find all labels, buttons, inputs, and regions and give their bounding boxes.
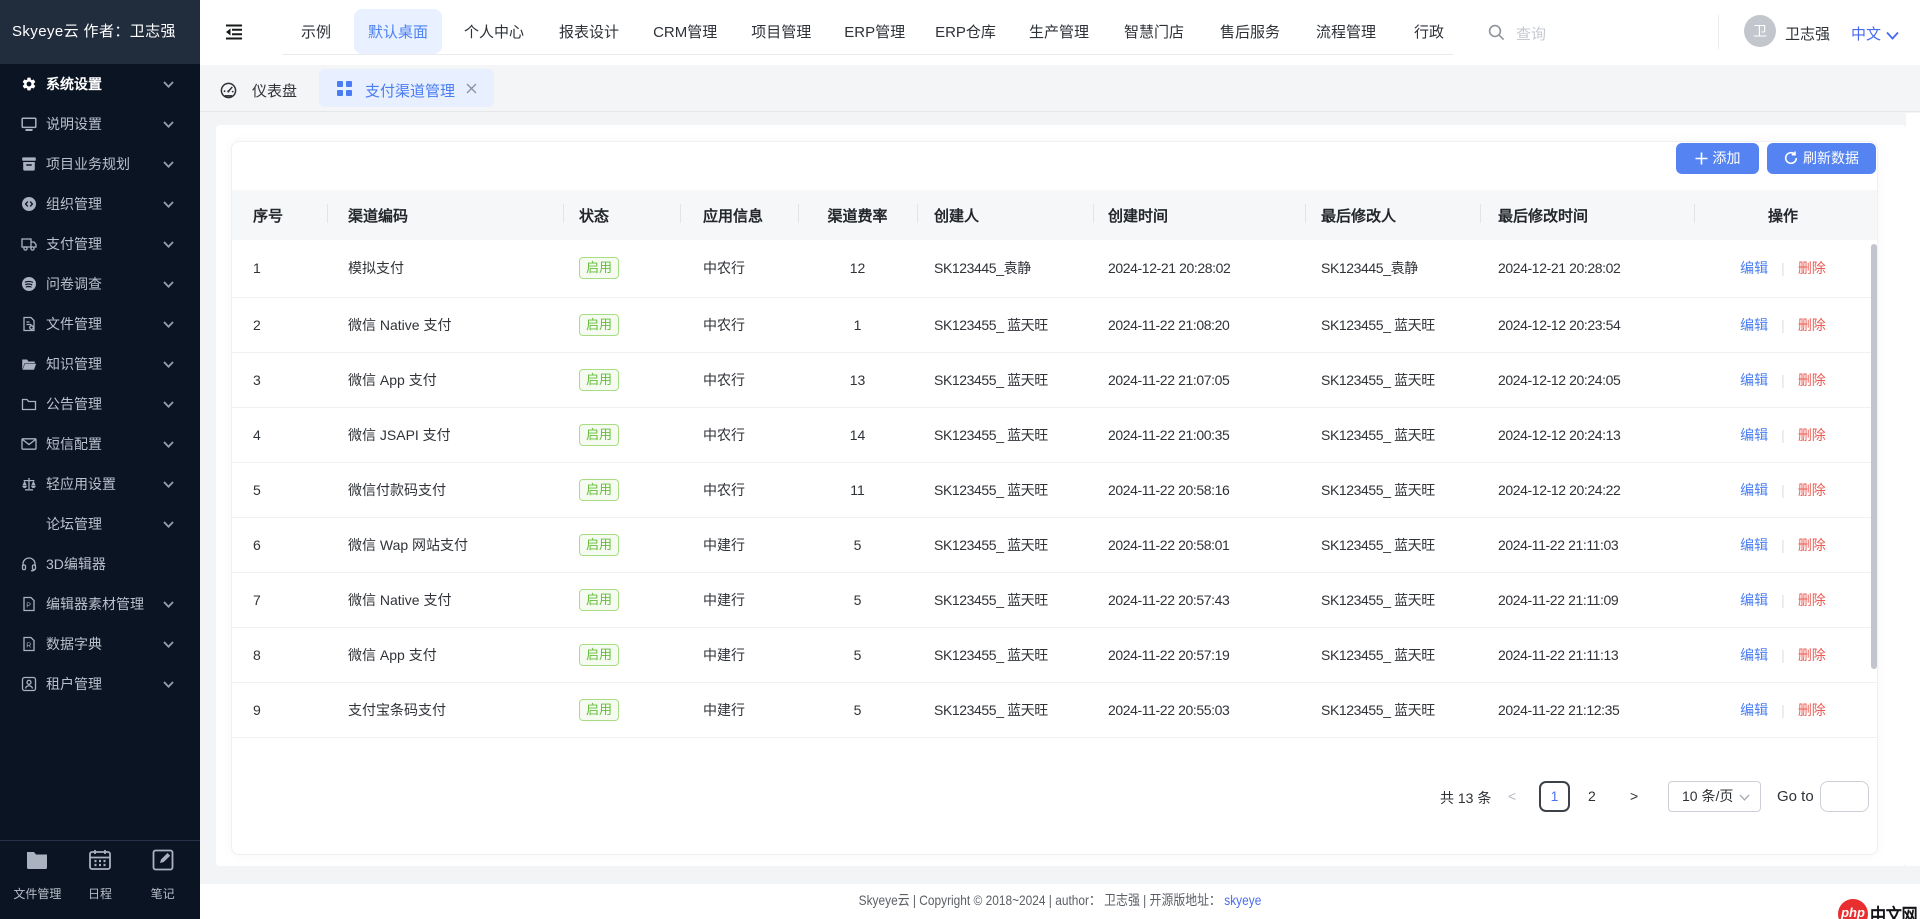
svg-text:R: R [26, 643, 31, 650]
svg-text:P: P [26, 603, 31, 610]
